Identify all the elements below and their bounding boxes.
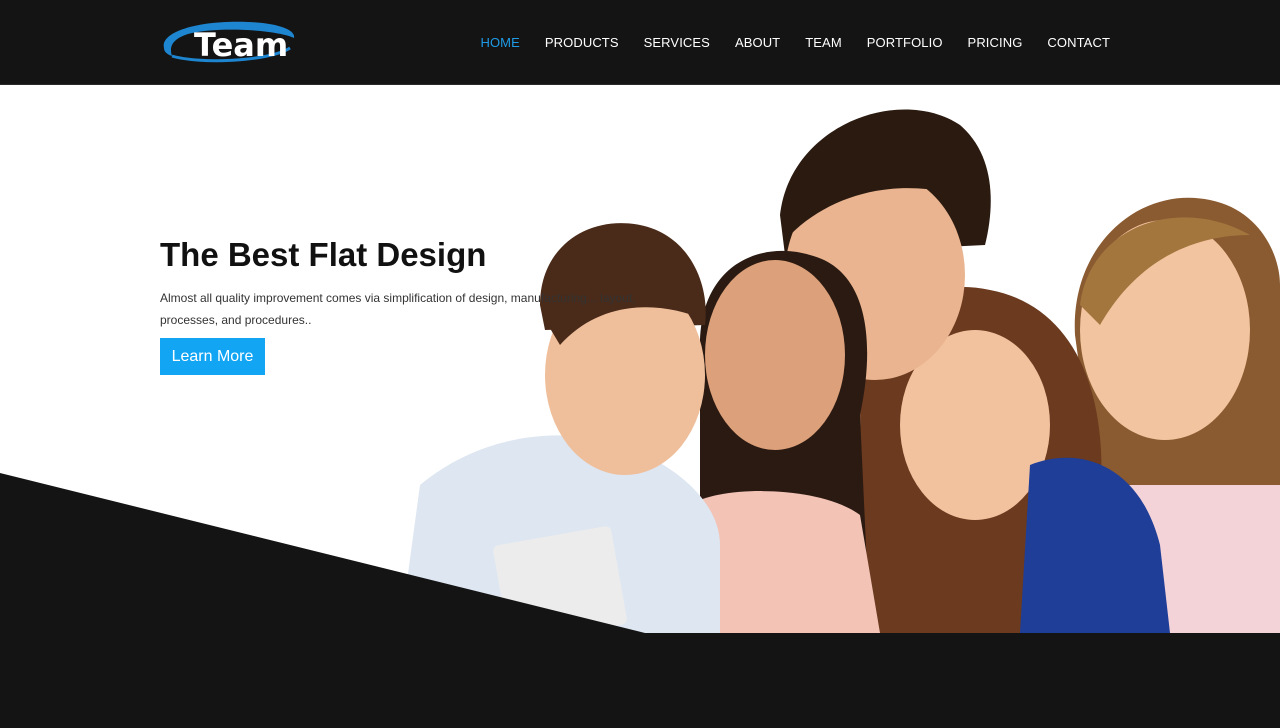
nav-team[interactable]: TEAM [805,35,842,50]
nav-pricing[interactable]: PRICING [968,35,1023,50]
logo-text: Team [194,26,288,64]
logo-swoosh-icon: Team [163,21,295,64]
hero-description: Almost all quality improvement comes via… [160,291,636,327]
main-nav: HOME PRODUCTS SERVICES ABOUT TEAM PORTFO… [455,0,1110,84]
nav-products[interactable]: PRODUCTS [545,35,619,50]
nav-about[interactable]: ABOUT [735,35,780,50]
hero-title: The Best Flat Design [160,236,487,273]
nav-portfolio[interactable]: PORTFOLIO [867,35,943,50]
learn-more-button[interactable]: Learn More [160,338,265,375]
nav-services[interactable]: SERVICES [644,35,710,50]
team-logo[interactable]: Team [158,18,298,66]
hero-section: The Best Flat Design Almost all quality … [0,85,1280,633]
nav-home[interactable]: HOME [480,35,519,50]
top-navbar: Team HOME PRODUCTS SERVICES ABOUT TEAM P… [0,0,1280,85]
nav-contact[interactable]: CONTACT [1047,35,1110,50]
